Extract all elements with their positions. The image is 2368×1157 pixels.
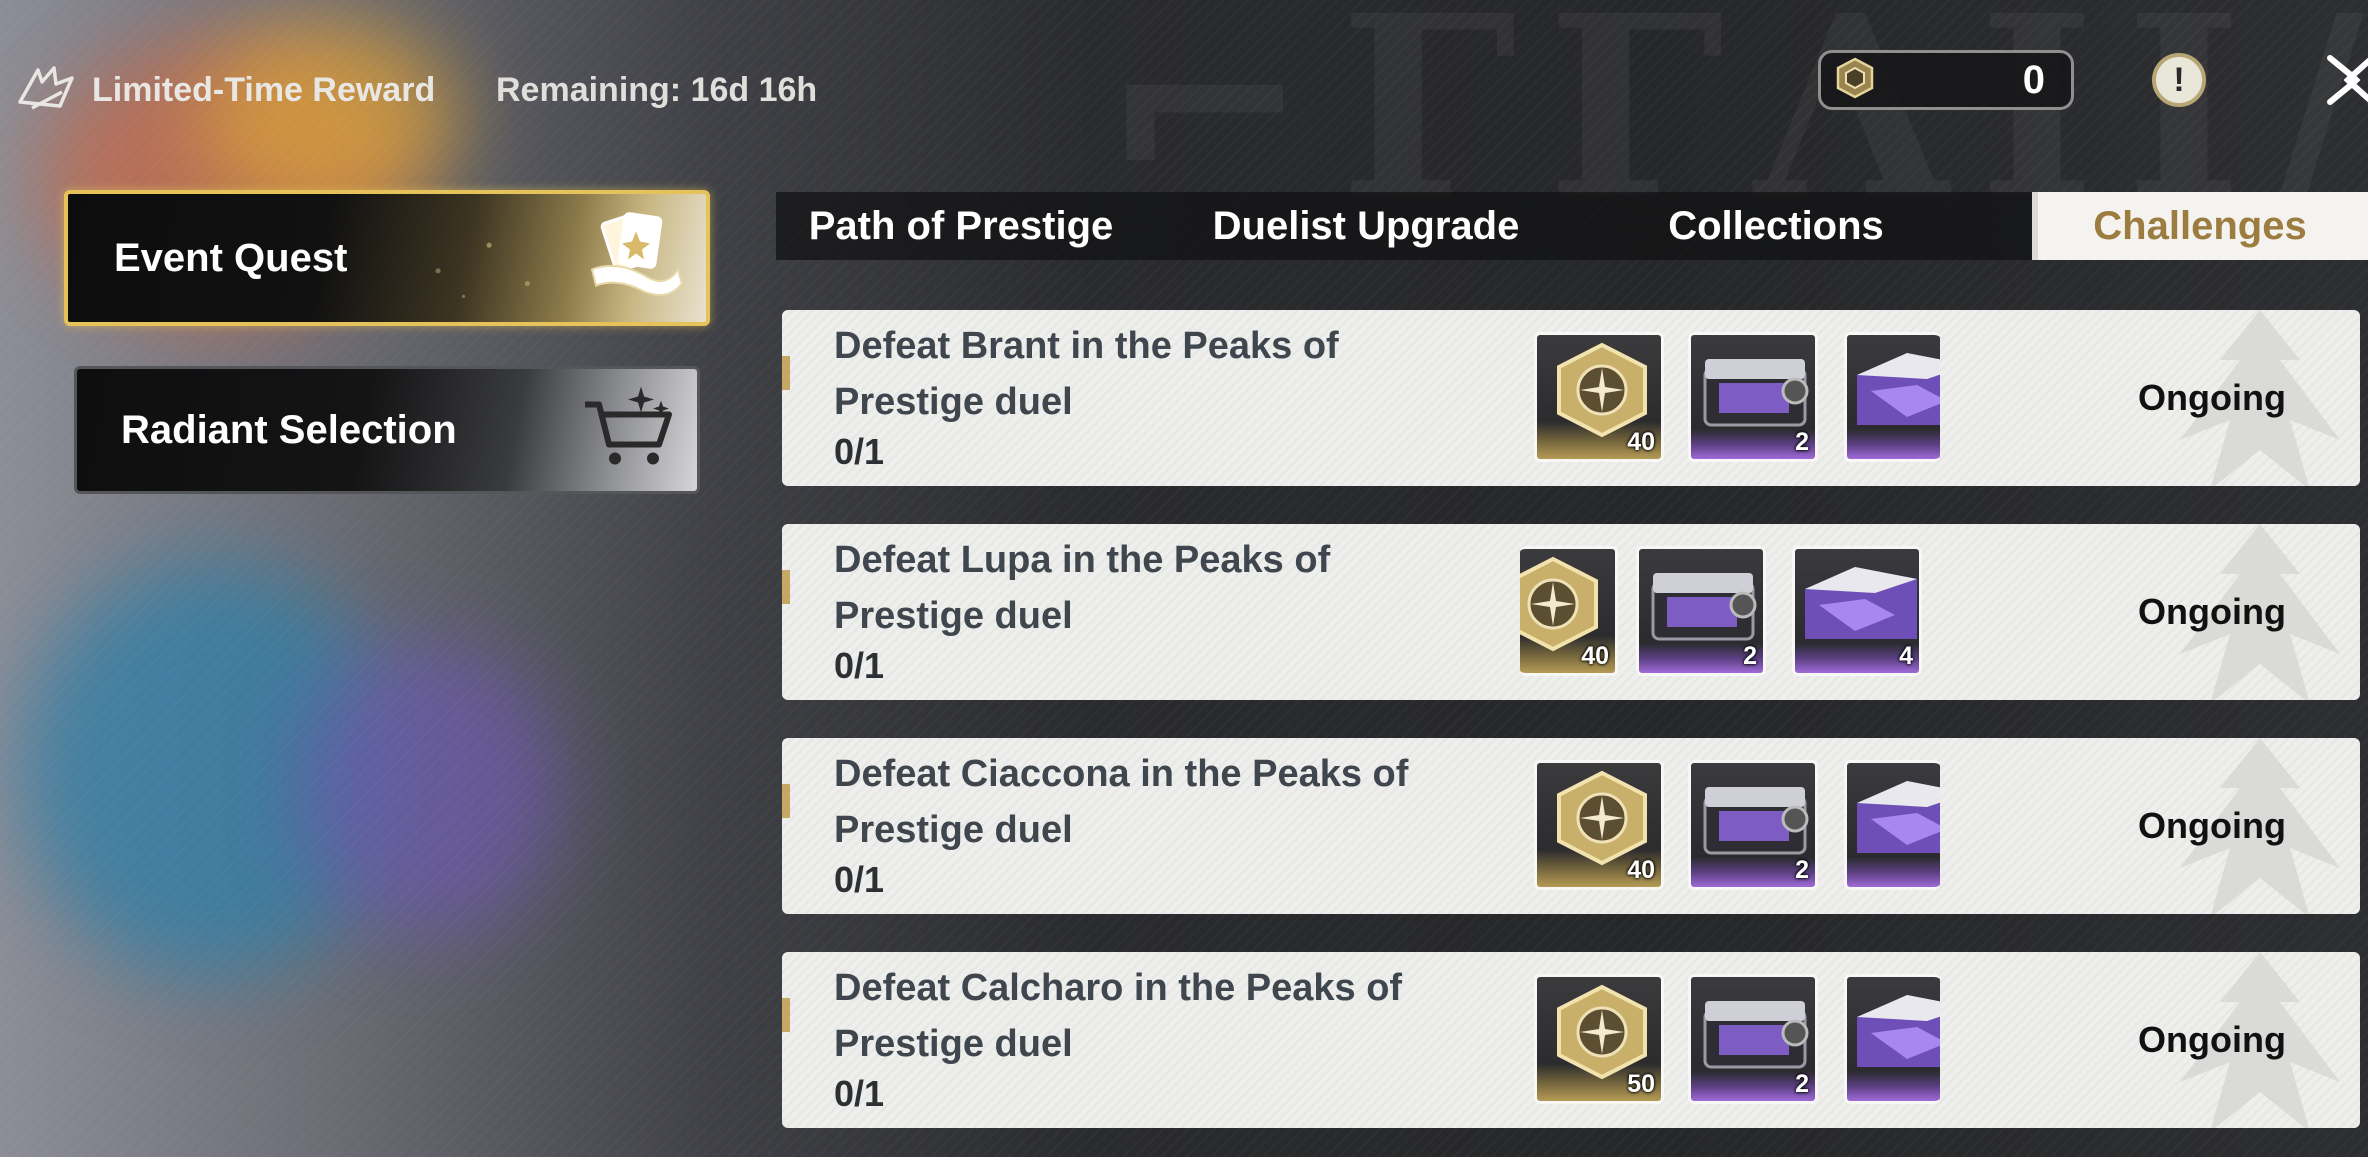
tab-path-of-prestige[interactable]: Path of Prestige — [776, 192, 1146, 260]
remaining-time: Remaining: 16d 16h — [496, 70, 818, 109]
quest-title: Defeat Ciaccona in the Peaks of Prestige… — [834, 746, 1474, 858]
quest-title-line: Defeat Lupa in the Peaks of — [834, 539, 1331, 581]
quest-progress: 0/1 — [834, 431, 885, 472]
reward-count: 2 — [1743, 642, 1757, 670]
reward-item-gold-emblem[interactable]: 40 — [1534, 760, 1664, 890]
reward-item-gold-emblem[interactable]: 40 — [1534, 332, 1664, 462]
quest-progress: 0/1 — [834, 1073, 885, 1114]
quest-title-line: Prestige duel — [834, 1023, 1073, 1065]
quest-row[interactable]: Defeat Calcharo in the Peaks of Prestige… — [782, 952, 2360, 1128]
quest-title-line: Prestige duel — [834, 595, 1073, 637]
quest-progress: 0/1 — [834, 645, 885, 686]
reward-item-purple-crate[interactable]: 2 — [1636, 546, 1766, 676]
tab-bar: Path of Prestige Duelist Upgrade Collect… — [776, 192, 2368, 260]
currency-counter[interactable]: 0 — [1818, 50, 2074, 110]
quest-marker — [782, 998, 790, 1032]
quest-row[interactable]: Defeat Lupa in the Peaks of Prestige due… — [782, 524, 2360, 700]
reward-count: 40 — [1627, 428, 1655, 456]
event-header: Limited-Time Reward — [16, 62, 435, 118]
quest-title-line: Defeat Calcharo in the Peaks of — [834, 967, 1403, 1009]
reward-item-purple-crate[interactable]: 2 — [1688, 974, 1818, 1104]
event-screen: ⌐ΓΓΛΙΙ/⌐ Limited-Time Reward Remaining: … — [0, 0, 2368, 1157]
currency-value: 0 — [2022, 57, 2045, 102]
event-title: Limited-Time Reward — [92, 70, 436, 109]
quest-status: Ongoing — [2138, 377, 2286, 418]
reward-count: 40 — [1581, 642, 1609, 670]
feather-icon — [16, 62, 78, 119]
info-button[interactable]: ! — [2152, 53, 2206, 107]
quest-progress: 0/1 — [834, 859, 885, 900]
exclamation-icon: ! — [2173, 60, 2185, 99]
reward-count: 4 — [1899, 642, 1913, 670]
quest-title-line: Prestige duel — [834, 381, 1073, 423]
quest-title-line: Defeat Ciaccona in the Peaks of — [834, 753, 1409, 795]
sidebar-item-label: Radiant Selection — [121, 407, 457, 452]
quest-marker — [782, 784, 790, 818]
scroll-cards-icon — [578, 208, 688, 309]
currency-token-icon — [1833, 56, 1877, 105]
reward-count: 2 — [1795, 428, 1809, 456]
quest-marker — [782, 356, 790, 390]
reward-item-purple-crate[interactable]: 2 — [1688, 332, 1818, 462]
reward-item-purple-crystal-chest[interactable] — [1844, 332, 1940, 462]
reward-item-gold-emblem[interactable]: 50 — [1534, 974, 1664, 1104]
quest-title-line: Defeat Brant in the Peaks of — [834, 325, 1339, 367]
reward-count: 2 — [1795, 1070, 1809, 1098]
tab-collections[interactable]: Collections — [1596, 192, 1956, 260]
quest-title-line: Prestige duel — [834, 809, 1073, 851]
quest-title: Defeat Brant in the Peaks of Prestige du… — [834, 318, 1474, 430]
shopping-cart-icon — [579, 383, 679, 478]
reward-count: 2 — [1795, 856, 1809, 884]
reward-item-purple-crystal-chest[interactable]: 4 — [1792, 546, 1922, 676]
quest-status: Ongoing — [2138, 805, 2286, 846]
quest-status: Ongoing — [2138, 1019, 2286, 1060]
tab-challenges[interactable]: Challenges — [2032, 192, 2368, 260]
reward-count: 50 — [1627, 1070, 1655, 1098]
quest-row[interactable]: Defeat Brant in the Peaks of Prestige du… — [782, 310, 2360, 486]
reward-item-gold-emblem[interactable]: 40 — [1520, 546, 1618, 676]
reward-count: 40 — [1627, 856, 1655, 884]
sidebar-item-radiant-selection[interactable]: Radiant Selection — [74, 366, 700, 494]
reward-item-purple-crystal-chest[interactable] — [1844, 760, 1940, 890]
tab-duelist-upgrade[interactable]: Duelist Upgrade — [1166, 192, 1566, 260]
quest-row[interactable]: Defeat Ciaccona in the Peaks of Prestige… — [782, 738, 2360, 914]
quest-marker — [782, 570, 790, 604]
quest-title: Defeat Lupa in the Peaks of Prestige due… — [834, 532, 1474, 644]
quest-title: Defeat Calcharo in the Peaks of Prestige… — [834, 960, 1474, 1072]
close-icon — [2327, 55, 2368, 105]
sidebar-item-label: Event Quest — [114, 235, 348, 280]
reward-item-purple-crystal-chest[interactable] — [1844, 974, 1940, 1104]
reward-item-purple-crate[interactable]: 2 — [1688, 760, 1818, 890]
close-button[interactable] — [2322, 50, 2368, 110]
sidebar-item-event-quest[interactable]: Event Quest — [64, 190, 710, 326]
quest-status: Ongoing — [2138, 591, 2286, 632]
